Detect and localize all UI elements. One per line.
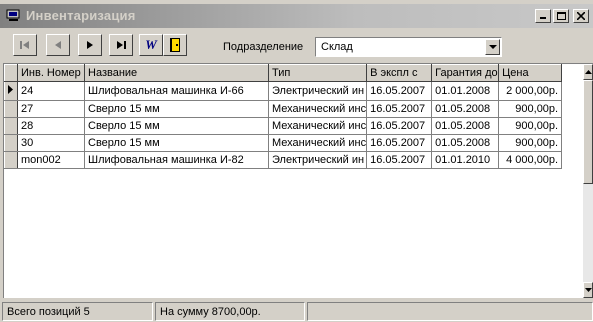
- cell[interactable]: 24: [17, 81, 85, 101]
- cell[interactable]: Шлифовальная машинка И-66: [84, 81, 269, 101]
- column-header[interactable]: Цена: [498, 64, 563, 82]
- header-row: Инв. Номер Название Тип В экспл с Гарант…: [4, 64, 563, 82]
- scroll-down-button[interactable]: [583, 282, 593, 298]
- last-icon: [117, 41, 126, 49]
- minimize-button[interactable]: [535, 9, 551, 23]
- arrow-up-icon: [584, 70, 592, 74]
- inventory-table: Инв. Номер Название Тип В экспл с Гарант…: [4, 64, 563, 169]
- cell[interactable]: Шлифовальная машинка И-82: [84, 151, 269, 169]
- exit-button[interactable]: [163, 34, 187, 56]
- cell[interactable]: 01.05.2008: [431, 134, 500, 152]
- current-row-icon: [8, 85, 13, 94]
- table-row[interactable]: 28 Сверло 15 мм Механический инс 16.05.2…: [4, 117, 563, 135]
- table-row[interactable]: 30 Сверло 15 мм Механический инс 16.05.2…: [4, 134, 563, 152]
- department-dropdown-button[interactable]: [485, 39, 500, 55]
- word-icon: W: [145, 37, 157, 52]
- table-row[interactable]: mon002 Шлифовальная машинка И-82 Электри…: [4, 151, 563, 169]
- minimize-icon: [540, 17, 546, 19]
- status-total-sum: На сумму 8700,00р.: [160, 306, 261, 318]
- status-total-positions: Всего позиций 5: [7, 306, 90, 318]
- cell[interactable]: Сверло 15 мм: [84, 117, 269, 135]
- cell[interactable]: 16.05.2007: [366, 100, 433, 118]
- cell[interactable]: 16.05.2007: [366, 81, 433, 101]
- department-value: Склад: [321, 41, 353, 53]
- cell[interactable]: 28: [17, 117, 85, 135]
- window-title: Инвентаризация: [26, 8, 136, 23]
- table-row[interactable]: 27 Сверло 15 мм Механический инс 16.05.2…: [4, 100, 563, 118]
- nav-first-button[interactable]: [13, 34, 37, 56]
- cell[interactable]: Электрический ин: [268, 81, 368, 101]
- cell[interactable]: Сверло 15 мм: [84, 100, 269, 118]
- cell[interactable]: 01.01.2008: [431, 81, 500, 101]
- export-word-button[interactable]: W: [139, 34, 163, 56]
- close-button[interactable]: [573, 9, 589, 23]
- status-panel-sum: На сумму 8700,00р.: [155, 302, 305, 321]
- row-indicator: [4, 81, 18, 101]
- column-header[interactable]: Название: [84, 64, 269, 82]
- cell[interactable]: 27: [17, 100, 85, 118]
- inventory-grid[interactable]: Инв. Номер Название Тип В экспл с Гарант…: [3, 63, 593, 298]
- cell[interactable]: 16.05.2007: [366, 134, 433, 152]
- cell[interactable]: Сверло 15 мм: [84, 134, 269, 152]
- cell[interactable]: 16.05.2007: [366, 151, 433, 169]
- cell[interactable]: 30: [17, 134, 85, 152]
- column-header[interactable]: Инв. Номер: [17, 64, 85, 82]
- cell[interactable]: 01.01.2010: [431, 151, 500, 169]
- next-icon: [87, 41, 93, 49]
- vertical-scrollbar[interactable]: [583, 64, 593, 298]
- nav-last-button[interactable]: [109, 34, 133, 56]
- cell[interactable]: Механический инс: [268, 117, 368, 135]
- cell[interactable]: 900,00р.: [498, 134, 563, 152]
- scroll-thumb[interactable]: [583, 80, 593, 184]
- column-header[interactable]: В экспл с: [366, 64, 433, 82]
- maximize-button[interactable]: [553, 9, 569, 23]
- cell[interactable]: mon002: [17, 151, 85, 169]
- cell[interactable]: 900,00р.: [498, 100, 563, 118]
- cell[interactable]: Механический инс: [268, 134, 368, 152]
- nav-next-button[interactable]: [78, 34, 102, 56]
- app-icon: [6, 9, 20, 21]
- table-row[interactable]: 24 Шлифовальная машинка И-66 Электрическ…: [4, 81, 563, 101]
- cell[interactable]: 16.05.2007: [366, 117, 433, 135]
- cell[interactable]: Механический инс: [268, 100, 368, 118]
- row-indicator: [4, 100, 18, 118]
- nav-prior-button[interactable]: [46, 34, 70, 56]
- status-panel-empty: [307, 302, 593, 321]
- first-icon: [20, 41, 29, 49]
- close-icon: [577, 12, 585, 20]
- arrow-down-icon: [584, 288, 592, 292]
- column-header[interactable]: Гарантия до: [431, 64, 500, 82]
- cell[interactable]: Электрический ин: [268, 151, 368, 169]
- inventory-window: Инвентаризация W Подразделение Склад Инв…: [0, 0, 593, 322]
- cell[interactable]: 2 000,00р.: [498, 81, 563, 101]
- cell[interactable]: 01.05.2008: [431, 100, 500, 118]
- cell[interactable]: 900,00р.: [498, 117, 563, 135]
- row-indicator: [4, 151, 18, 169]
- column-header[interactable]: Тип: [267, 64, 368, 82]
- cell[interactable]: 01.05.2008: [431, 117, 500, 135]
- scroll-up-button[interactable]: [583, 64, 593, 80]
- chevron-down-icon: [488, 44, 497, 49]
- department-select[interactable]: Склад: [315, 37, 502, 57]
- prior-icon: [55, 41, 61, 49]
- title-bar[interactable]: Инвентаризация: [0, 4, 593, 28]
- cell[interactable]: 4 000,00р.: [498, 151, 563, 169]
- indicator-header: [4, 64, 18, 82]
- row-indicator: [4, 117, 18, 135]
- maximize-icon: [556, 12, 566, 20]
- row-indicator: [4, 134, 18, 152]
- exit-icon: [170, 38, 180, 52]
- department-label: Подразделение: [223, 41, 304, 53]
- status-panel-count: Всего позиций 5: [2, 302, 153, 321]
